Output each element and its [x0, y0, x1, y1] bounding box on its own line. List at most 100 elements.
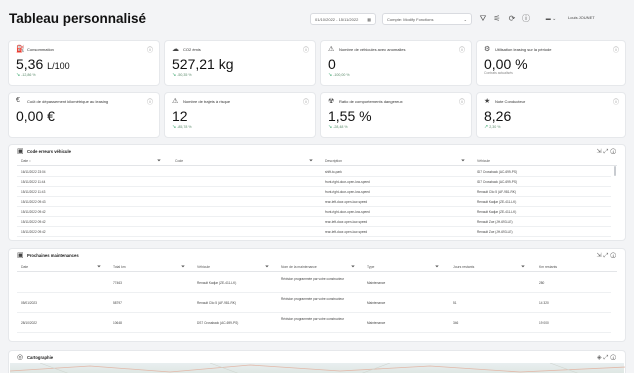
table-row[interactable]: 05/01/2023 58797 Renault Clio 5 (AF-981-… — [17, 293, 611, 313]
info-icon[interactable]: ⓘ — [610, 253, 618, 259]
date-range-picker[interactable]: 01/10/2022 - 15/11/2022 ▦ — [310, 13, 376, 25]
account-select[interactable]: Compte: Modify Fonctions ⌄ — [382, 13, 472, 25]
table-row[interactable]: 28/10/2022 10648 DS7 Crossback (AC-699-P… — [17, 313, 611, 333]
kpi-card-consumption: ⛽ Consommation ⓘ 5,36 L/100 ↘ -12,86 % — [8, 40, 160, 86]
filter-icon[interactable]: ⏷ — [265, 264, 269, 270]
cell-km-left: 19 000 — [539, 321, 549, 325]
info-icon[interactable]: ⓘ — [613, 97, 619, 106]
vehicle-anomaly-icon: ⚠ — [328, 46, 335, 53]
filter-icon[interactable]: ⏷ — [181, 264, 185, 270]
table-row[interactable]: 15/11/2022 09:42 front-right-door-open-l… — [17, 207, 611, 217]
kpi-card-driver-score: ★ Note Conducteur ⓘ 8,26 ↗ 2,30 % — [476, 92, 626, 138]
user-name[interactable]: Louis JOUNET — [568, 15, 595, 20]
export-icon[interactable]: ⇲ — [597, 149, 604, 155]
cell-vehicle: Renault Kadjar (ZE-411-LK) — [477, 210, 517, 214]
kpi-subtitle: Contrats actualisés — [484, 71, 513, 75]
col-maintenance-name[interactable]: Nom de la maintenance — [281, 265, 317, 269]
col-type[interactable]: Type — [367, 265, 374, 269]
cell-maintenance-name: Révision programmée par votre constructe… — [281, 277, 345, 281]
kpi-title: Note Conducteur — [495, 99, 526, 104]
refresh-icon[interactable]: ⟳ — [507, 14, 517, 24]
table-scrollbar[interactable] — [614, 166, 616, 176]
info-icon[interactable]: ⓘ — [459, 45, 465, 54]
cell-date: 15/11/2022 11:43 — [21, 190, 46, 194]
kpi-card-vehicle-anomalies: ⚠ Nombre de véhicules avec anomalies ⓘ 0… — [320, 40, 472, 86]
kpi-value: 0,00 % — [484, 56, 528, 72]
info-icon[interactable]: ⓘ — [147, 45, 153, 54]
kpi-title: Consommation — [27, 47, 54, 52]
col-km-left[interactable]: Km restants — [539, 265, 557, 269]
cell-description: front-right-door-open-low-speed — [325, 190, 370, 194]
info-icon[interactable]: ⓘ — [613, 45, 619, 54]
col-code[interactable]: Code — [175, 159, 183, 163]
map-canvas[interactable] — [9, 362, 625, 373]
kpi-title: Coût de dépassement kilométrique au leas… — [27, 99, 109, 104]
cell-vehicle: Renault Clio 5 (AF-981-RK) — [197, 301, 236, 305]
col-days-left[interactable]: Jours restants — [453, 265, 474, 269]
info-icon[interactable]: ⓘ — [610, 149, 618, 155]
kpi-value: 5,36 L/100 — [16, 56, 70, 72]
kpi-value: 8,26 — [484, 108, 512, 124]
filter-icon[interactable]: ⏷ — [157, 158, 161, 164]
section-title: Prochaines maintenances — [27, 253, 79, 258]
table-row[interactable]: 15/11/2022 09:42 rear-left-door-open-low… — [17, 217, 611, 227]
table-row[interactable]: 15/11/2022 09:43 rear-left-door-open-low… — [17, 197, 611, 207]
cell-date: 05/01/2023 — [21, 301, 37, 305]
info-icon[interactable]: ⓘ — [303, 97, 309, 106]
kpi-trend: ↘ -50,35 % — [172, 72, 192, 78]
cell-vehicle: ID7 Crossback (AC-699-PS) — [477, 180, 518, 184]
leasing-icon: ⚙ — [484, 46, 491, 53]
layers-icon[interactable]: ◈ — [597, 355, 604, 361]
filter-icon[interactable]: ⏷ — [97, 264, 101, 270]
kpi-title: CO2 émis — [183, 47, 201, 52]
filter-icon[interactable]: ⏷ — [309, 158, 313, 164]
col-date[interactable]: Date — [21, 265, 28, 269]
cartography-panel: ◎ Cartographie ◈⤢ⓘ — [8, 350, 626, 373]
cell-maintenance-name: Révision programmée par votre constructe… — [281, 297, 345, 301]
cell-type: Maintenance — [367, 301, 386, 305]
table-row[interactable]: 16/11/2022 23:04 shift-to-park ID7 Cross… — [17, 167, 611, 177]
table-row[interactable]: 15/11/2022 11:43 front-right-door-open-l… — [17, 187, 611, 197]
cell-type: Maintenance — [367, 281, 386, 285]
info-icon[interactable]: ⓘ — [459, 97, 465, 106]
filter-icon[interactable]: ⏷ — [461, 158, 465, 164]
cell-total-km: 10648 — [113, 321, 122, 325]
filter-icon[interactable]: ⏷ — [521, 264, 525, 270]
col-total-km[interactable]: Total km — [113, 265, 126, 269]
col-date[interactable]: Date ↕ — [21, 159, 31, 163]
trend-down-icon: ↘ — [328, 72, 333, 78]
cell-total-km: 77463 — [113, 281, 122, 285]
kpi-value: 1,55 % — [328, 108, 372, 124]
col-description[interactable]: Description — [325, 159, 342, 163]
col-vehicle[interactable]: Véhicule — [477, 159, 490, 163]
cell-vehicle: Renault Kadjar (ZE-411-LK) — [197, 281, 237, 285]
filter-icon[interactable]: ⏷ — [351, 264, 355, 270]
table-row[interactable]: 15/11/2022 11:44 front-right-door-open-l… — [17, 177, 611, 187]
language-flag-icon[interactable]: ▬ ⌄ — [538, 14, 564, 24]
cell-date: 28/10/2022 — [21, 321, 37, 325]
table-row[interactable]: 15/11/2022 09:42 rear-left-door-open-low… — [17, 227, 611, 237]
cell-description: rear-left-door-open-low-speed — [325, 230, 368, 234]
cell-date: 16/11/2022 23:04 — [21, 170, 46, 174]
info-icon[interactable]: ⓘ — [147, 97, 153, 106]
driver-score-icon: ★ — [484, 98, 491, 105]
filter-icon[interactable]: ⛛ — [478, 14, 488, 24]
section-title: Code erreurs véhicule — [27, 149, 71, 154]
table-row[interactable]: 77463 Renault Kadjar (ZE-411-LK) Révisio… — [17, 273, 611, 293]
chevron-down-icon: ⌄ — [463, 16, 467, 22]
trend-down-icon: ↘ — [16, 72, 21, 78]
cell-description: front-right-door-open-low-speed — [325, 180, 370, 184]
panel-tools: ⇲⤢ⓘ — [597, 148, 618, 156]
info-icon[interactable]: ⓘ — [303, 45, 309, 54]
panel-tools: ⇲⤢ⓘ — [597, 252, 618, 260]
kpi-value: 0,00 € — [16, 108, 55, 124]
error-code-icon: ▣ — [17, 148, 24, 155]
info-icon[interactable]: ⓘ — [610, 355, 618, 361]
cell-km-left: 14 320 — [539, 301, 549, 305]
help-icon[interactable]: ⓘ — [521, 14, 531, 24]
export-icon[interactable]: ⇲ — [597, 253, 604, 259]
danger-behavior-icon: ☢ — [328, 98, 335, 105]
col-vehicle[interactable]: Véhicule — [197, 265, 210, 269]
filter-icon[interactable]: ⏷ — [435, 264, 439, 270]
settings-sliders-icon[interactable]: ⚟ — [492, 14, 502, 24]
